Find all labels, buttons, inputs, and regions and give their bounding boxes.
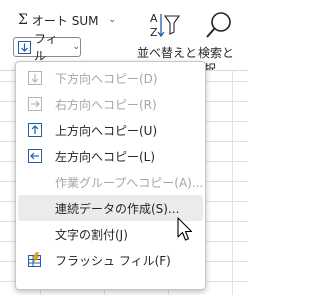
menu-item-label: 作業グループへコピー(A)... xyxy=(55,175,204,190)
menu-item-label: 左方向へコピー(L) xyxy=(55,149,156,164)
sort-filter-label: 並べ替えと xyxy=(137,46,198,60)
fill-button[interactable]: フィル ⌄ xyxy=(13,32,81,63)
fill-right-icon xyxy=(27,96,43,112)
menu-item-fill-across-worksheets[interactable]: 作業グループへコピー(A)... xyxy=(18,169,203,195)
fill-label: フィル xyxy=(34,32,58,63)
ribbon-editing-group: Σ オート SUM ⌄ フィル ⌄ A Z 並べ替えと 検索と 択 xyxy=(0,0,248,76)
menu-item-fill-right[interactable]: 右方向へコピー(R) xyxy=(18,91,203,117)
menu-item-fill-up[interactable]: 上方向へコピー(U) xyxy=(18,117,203,143)
sort-filter-button[interactable]: A Z 並べ替えと xyxy=(135,10,197,60)
menu-item-label: 連続データの作成(S)... xyxy=(55,201,180,216)
autosum-button[interactable]: Σ オート SUM ⌄ xyxy=(18,10,116,30)
fill-left-icon xyxy=(27,148,43,164)
svg-text:A: A xyxy=(150,12,158,25)
menu-item-flash-fill[interactable]: フラッシュ フィル(F) xyxy=(18,247,203,273)
sigma-icon: Σ xyxy=(18,12,28,28)
fill-down-icon xyxy=(27,70,43,86)
menu-item-series[interactable]: 連続データの作成(S)... xyxy=(18,195,203,221)
chevron-down-icon[interactable]: ⌄ xyxy=(108,15,116,25)
svg-text:Z: Z xyxy=(150,26,158,39)
autosum-label: オート SUM xyxy=(31,13,99,28)
menu-item-label: 下方向へコピー(D) xyxy=(55,71,158,86)
fill-down-icon xyxy=(18,40,31,54)
menu-item-label: 上方向へコピー(U) xyxy=(55,123,158,138)
menu-item-justify[interactable]: 文字の割付(J) xyxy=(18,221,203,247)
flash-fill-icon xyxy=(27,252,43,268)
sort-filter-icon: A Z xyxy=(135,10,195,43)
find-select-label: 検索と xyxy=(198,46,235,60)
chevron-down-icon: ⌄ xyxy=(72,42,80,52)
menu-item-label: フラッシュ フィル(F) xyxy=(55,253,171,268)
magnifier-icon xyxy=(204,10,236,45)
fill-dropdown-menu: 下方向へコピー(D) 右方向へコピー(R) 上方向へコピー(U) 左方向へコピー… xyxy=(15,61,206,290)
menu-item-fill-down[interactable]: 下方向へコピー(D) xyxy=(18,65,203,91)
mouse-pointer-icon xyxy=(177,217,195,247)
menu-item-label: 右方向へコピー(R) xyxy=(55,97,157,112)
fill-up-icon xyxy=(27,122,43,138)
menu-item-label: 文字の割付(J) xyxy=(55,227,128,242)
menu-item-fill-left[interactable]: 左方向へコピー(L) xyxy=(18,143,203,169)
